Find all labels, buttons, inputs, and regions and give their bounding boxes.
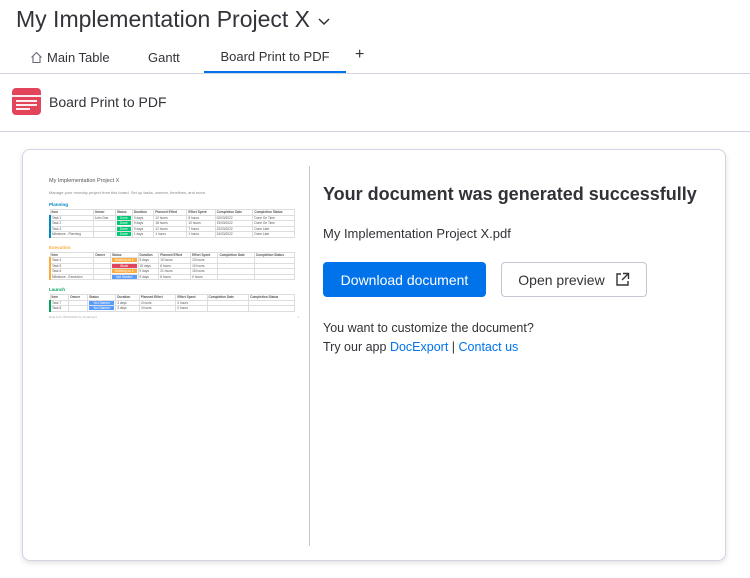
preview-cell: 24/03/2022 <box>214 231 254 238</box>
preview-status-pill: Done <box>116 226 131 231</box>
preview-table: Item Owner Status Duration Planned Effort Eff… <box>49 294 295 312</box>
preview-subtitle: Manage your monday project from this boa… <box>49 190 207 195</box>
view-tabs: Main Table Gantt Board Print to PDF + <box>0 42 750 74</box>
preview-group-name: Planning <box>49 202 68 207</box>
preview-footer: Data from 06/03/2022 by DocExport 1 <box>49 315 299 319</box>
tab-label: Main Table <box>47 49 110 65</box>
success-heading: Your document was generated successfully <box>323 184 697 204</box>
add-view-button[interactable]: + <box>355 46 364 64</box>
preview-table: Item Owner Status Duration Planned Effort Eff… <box>48 209 295 238</box>
divider <box>0 131 750 132</box>
preview-status-pill: Done <box>116 221 131 226</box>
preview-row: Milestone - Execution Not Started 9 days 8 … <box>49 273 296 280</box>
chevron-down-icon[interactable] <box>318 13 330 31</box>
preview-page-number: 1 <box>297 314 299 319</box>
open-preview-button[interactable]: Open preview <box>501 262 647 297</box>
preview-table: Item Owner Status Duration Planned Effort Eff… <box>49 251 296 281</box>
preview-cell <box>206 305 250 312</box>
external-link-icon <box>605 272 630 287</box>
preview-cell <box>217 273 255 280</box>
preview-cell: 0 hours <box>175 305 208 312</box>
preview-cell: 1 hours <box>186 231 216 238</box>
preview-row: Task 8 Not Started 3 days 4 hours 0 hours <box>49 305 295 312</box>
preview-status-pill: Done <box>116 232 131 237</box>
board-title[interactable]: My Implementation Project X <box>16 6 310 33</box>
preview-group-name: Execution <box>49 244 71 250</box>
preview-status-pill: Working on it <box>111 258 137 263</box>
preview-cell <box>93 273 111 280</box>
customize-question: You want to customize the document? <box>323 321 534 335</box>
tab-label: Gantt <box>148 49 180 65</box>
preview-cell: Milestone - Execution <box>49 273 95 280</box>
preview-cell: 0 hours <box>190 273 219 280</box>
preview-group: Launch Item Owner Status Duration Planned Eff… <box>49 287 299 312</box>
preview-cell: Done <box>114 231 133 238</box>
preview-status-pill: Done <box>116 215 131 220</box>
download-document-button[interactable]: Download document <box>323 262 486 297</box>
document-filename: My Implementation Project X.pdf <box>323 226 511 241</box>
preview-groups: Planning Item Owner Status Duration Planned E… <box>48 202 299 312</box>
preview-group-name: Launch <box>49 287 66 292</box>
preview-cell <box>68 305 89 312</box>
result-card: My Implementation Project X Manage your … <box>22 149 726 561</box>
preview-status-pill: Stuck <box>111 263 137 268</box>
pdf-app-icon <box>12 88 41 115</box>
preview-cell: 4 hours <box>138 305 177 312</box>
preview-title: My Implementation Project X <box>49 178 120 184</box>
customize-links: Try our app DocExport | Contact us <box>323 338 534 357</box>
preview-status-pill: Working on it <box>111 269 137 274</box>
preview-footer-text: Data from 06/03/2022 by DocExport <box>49 314 97 319</box>
preview-cell: Milestone - Planning <box>48 231 94 238</box>
preview-cell: 8 hours <box>158 273 192 280</box>
preview-cell <box>248 305 295 312</box>
link-separator: | <box>451 340 456 354</box>
app-header: Board Print to PDF <box>12 88 167 115</box>
preview-row: Milestone - Planning Done 1 days 1 hours 1 h… <box>48 231 295 238</box>
preview-cell: 1 hours <box>153 231 188 238</box>
preview-group: Execution Item Owner Status Duration Planned … <box>49 245 299 281</box>
button-label: Open preview <box>518 271 605 288</box>
preview-status-pill: Not Started <box>111 274 137 279</box>
docexport-link[interactable]: DocExport <box>390 340 448 354</box>
button-label: Download document <box>340 271 469 288</box>
preview-cell: Done Late <box>252 231 295 238</box>
preview-cell: 3 days <box>115 305 140 312</box>
preview-cell <box>253 273 296 280</box>
preview-status-pill: Not Started <box>89 300 115 305</box>
preview-cell: Not Started <box>109 273 139 280</box>
tab-board-print-to-pdf[interactable]: Board Print to PDF <box>204 42 346 73</box>
preview-group: Planning Item Owner Status Duration Planned E… <box>48 202 299 238</box>
result-panel: Your document was generated successfully… <box>323 150 713 550</box>
preview-cell: Not Started <box>87 305 117 312</box>
preview-cell: Task 8 <box>49 305 70 312</box>
home-icon <box>30 51 43 64</box>
preview-cell <box>92 231 116 238</box>
preview-cell: 9 days <box>137 273 160 280</box>
tab-gantt[interactable]: Gantt <box>148 42 180 72</box>
customize-text: You want to customize the document? Try … <box>323 319 534 357</box>
tab-label: Board Print to PDF <box>220 49 330 64</box>
tab-main-table[interactable]: Main Table <box>30 42 110 72</box>
app-name: Board Print to PDF <box>49 93 167 110</box>
preview-status-pill: Not Started <box>89 306 115 311</box>
document-preview-thumbnail[interactable]: My Implementation Project X Manage your … <box>48 178 299 368</box>
board-header: My Implementation Project X <box>16 6 330 33</box>
contact-us-link[interactable]: Contact us <box>459 340 519 354</box>
try-prefix: Try our app <box>323 340 387 354</box>
preview-cell: 1 days <box>131 231 155 238</box>
vertical-divider <box>309 166 310 546</box>
